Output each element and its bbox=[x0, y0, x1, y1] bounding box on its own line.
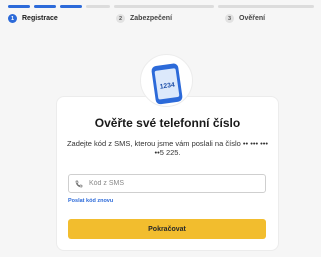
step-registrace[interactable]: 1 Registrace bbox=[8, 14, 58, 23]
step-label: Ověření bbox=[239, 15, 266, 22]
progress-segment bbox=[86, 5, 110, 8]
instructions-text: Zadejte kód z SMS, kterou jsme vám posla… bbox=[66, 139, 269, 157]
step-number: 1 bbox=[8, 14, 17, 23]
progress-bar bbox=[8, 5, 314, 9]
progress-segment bbox=[218, 5, 314, 8]
step-number: 3 bbox=[225, 14, 234, 23]
continue-button[interactable]: Pokračovat bbox=[68, 219, 266, 239]
phone-handset-icon bbox=[75, 180, 83, 187]
sms-code-field[interactable] bbox=[68, 174, 266, 193]
step-label: Zabezpečení bbox=[130, 15, 173, 22]
sms-code-input[interactable] bbox=[89, 180, 259, 187]
step-indicator: 1 Registrace 2 Zabezpečení 3 Ověření bbox=[8, 14, 314, 26]
step-overeni[interactable]: 3 Ověření bbox=[225, 14, 265, 23]
progress-segment bbox=[8, 5, 30, 8]
phone-illustration: 1234 bbox=[140, 54, 193, 107]
resend-code-link[interactable]: Poslat kód znovu bbox=[68, 198, 113, 204]
page-title: Ověřte své telefonní číslo bbox=[94, 116, 241, 130]
phone-icon: 1234 bbox=[151, 63, 183, 105]
step-number: 2 bbox=[116, 14, 125, 23]
step-zabezpeceni[interactable]: 2 Zabezpečení bbox=[116, 14, 172, 23]
progress-segment bbox=[60, 5, 82, 8]
progress-segment bbox=[114, 5, 214, 8]
step-label: Registrace bbox=[22, 15, 58, 22]
progress-segment bbox=[34, 5, 56, 8]
